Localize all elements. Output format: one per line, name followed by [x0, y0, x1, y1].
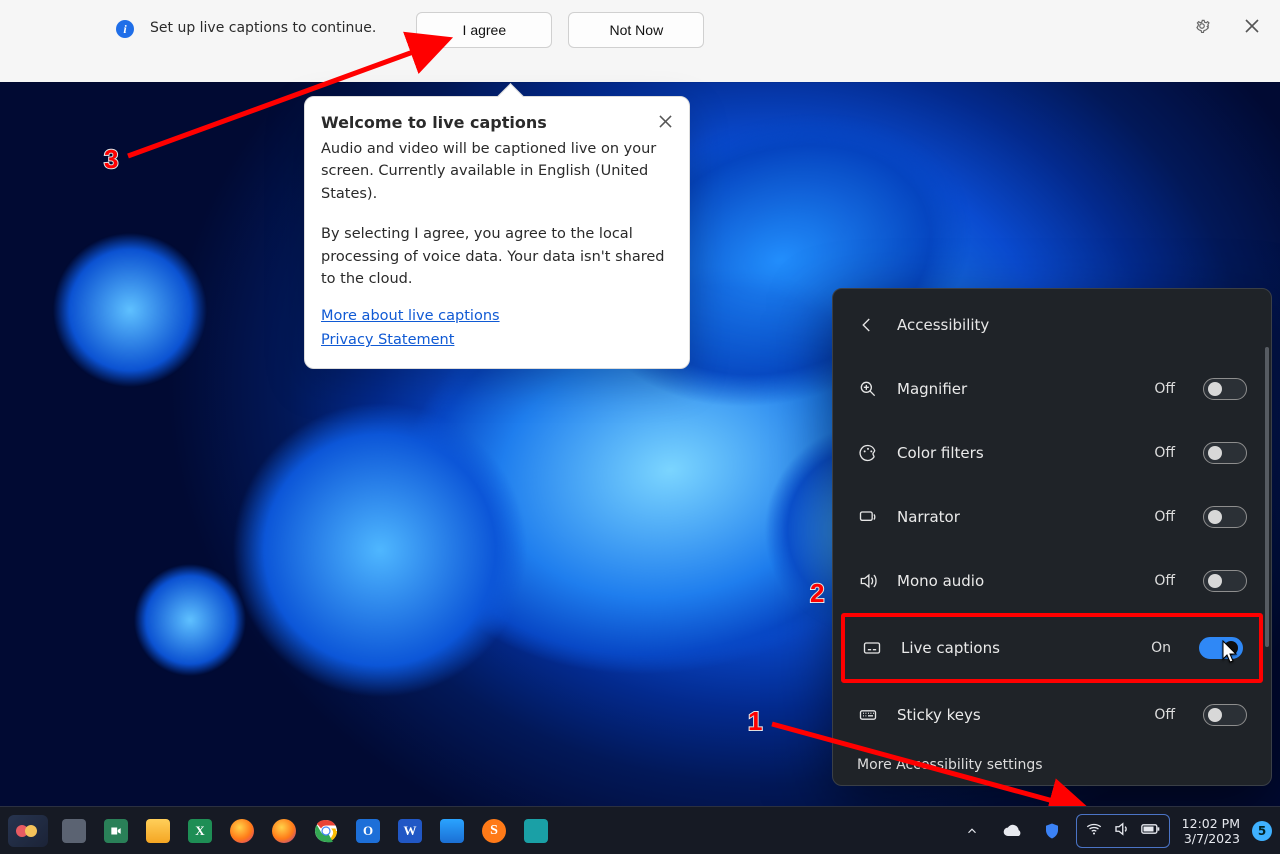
- app-icon[interactable]: [520, 815, 552, 847]
- chrome-icon[interactable]: [310, 815, 342, 847]
- mail-icon[interactable]: [436, 815, 468, 847]
- row-color-filters[interactable]: Color filters Off: [833, 421, 1271, 485]
- task-view-icon[interactable]: [58, 815, 90, 847]
- firefox-alt-icon[interactable]: [268, 815, 300, 847]
- onedrive-icon[interactable]: [996, 815, 1028, 847]
- tray-overflow-icon[interactable]: [956, 815, 988, 847]
- row-mono-audio[interactable]: Mono audio Off: [833, 549, 1271, 613]
- info-icon: i: [116, 20, 134, 38]
- keyboard-icon: [857, 705, 879, 725]
- outlook-icon[interactable]: O: [352, 815, 384, 847]
- popover-title: Welcome to live captions: [321, 111, 673, 136]
- popover-body: By selecting I agree, you agree to the l…: [321, 223, 673, 290]
- popover-body: Audio and video will be captioned live o…: [321, 138, 673, 205]
- popover-close-icon[interactable]: [651, 107, 679, 135]
- notification-badge[interactable]: 5: [1252, 821, 1272, 841]
- annotation-number-1: 1: [748, 706, 774, 736]
- row-label: Live captions: [901, 639, 1133, 657]
- annotation-number-3: 3: [104, 144, 130, 174]
- widgets-icon[interactable]: [8, 815, 48, 847]
- narrator-icon: [857, 507, 879, 527]
- row-label: Color filters: [897, 444, 1136, 462]
- not-now-button[interactable]: Not Now: [568, 12, 704, 48]
- row-live-captions[interactable]: Live captions On: [841, 613, 1263, 683]
- speaker-icon: [857, 571, 879, 591]
- battery-icon: [1141, 821, 1161, 840]
- more-about-link[interactable]: More about live captions: [321, 305, 673, 327]
- snagit-icon[interactable]: S: [478, 815, 510, 847]
- consent-message: Set up live captions to continue.: [150, 20, 376, 36]
- row-narrator[interactable]: Narrator Off: [833, 485, 1271, 549]
- toggle-color-filters[interactable]: [1203, 442, 1247, 464]
- flyout-title: Accessibility: [897, 316, 989, 334]
- row-label: Sticky keys: [897, 706, 1136, 724]
- annotation-number-2: 2: [810, 578, 836, 608]
- row-state: Off: [1154, 707, 1175, 723]
- clock[interactable]: 12:02 PM 3/7/2023: [1178, 814, 1244, 848]
- wallpaper-blob: [20, 200, 240, 420]
- windows-security-icon[interactable]: [1036, 815, 1068, 847]
- toggle-live-captions[interactable]: [1199, 637, 1243, 659]
- row-label: Narrator: [897, 508, 1136, 526]
- excel-icon[interactable]: X: [184, 815, 216, 847]
- file-explorer-icon[interactable]: [142, 815, 174, 847]
- row-state: Off: [1154, 445, 1175, 461]
- live-captions-consent-bar: i Set up live captions to continue. I ag…: [0, 0, 1280, 82]
- agree-button[interactable]: I agree: [416, 12, 552, 48]
- row-label: Magnifier: [897, 380, 1136, 398]
- row-state: Off: [1154, 509, 1175, 525]
- volume-icon: [1113, 820, 1131, 842]
- accessibility-flyout: Accessibility Magnifier Off Color filter…: [832, 288, 1272, 786]
- network-sound-battery-tray[interactable]: [1076, 814, 1170, 848]
- privacy-statement-link[interactable]: Privacy Statement: [321, 329, 673, 351]
- word-icon[interactable]: W: [394, 815, 426, 847]
- close-icon[interactable]: [1238, 12, 1266, 40]
- google-meet-icon[interactable]: [100, 815, 132, 847]
- taskbar: X O W S: [0, 806, 1280, 854]
- more-accessibility-settings-link[interactable]: More Accessibility settings: [857, 757, 1043, 773]
- wifi-icon: [1085, 820, 1103, 842]
- welcome-popover: Welcome to live captions Audio and video…: [304, 96, 690, 369]
- time-text: 12:02 PM: [1182, 816, 1240, 831]
- captions-icon: [861, 638, 883, 658]
- row-sticky-keys[interactable]: Sticky keys Off: [833, 683, 1271, 747]
- toggle-mono-audio[interactable]: [1203, 570, 1247, 592]
- toggle-narrator[interactable]: [1203, 506, 1247, 528]
- wallpaper-blob: [110, 540, 270, 700]
- row-state: On: [1151, 640, 1171, 656]
- row-label: Mono audio: [897, 572, 1136, 590]
- back-icon[interactable]: [855, 313, 879, 337]
- scrollbar[interactable]: [1265, 347, 1269, 647]
- toggle-sticky-keys[interactable]: [1203, 704, 1247, 726]
- magnifier-icon: [857, 379, 879, 399]
- firefox-icon[interactable]: [226, 815, 258, 847]
- date-text: 3/7/2023: [1182, 831, 1240, 846]
- toggle-magnifier[interactable]: [1203, 378, 1247, 400]
- palette-icon: [857, 443, 879, 463]
- row-state: Off: [1154, 381, 1175, 397]
- row-state: Off: [1154, 573, 1175, 589]
- settings-icon[interactable]: [1188, 12, 1216, 40]
- row-magnifier[interactable]: Magnifier Off: [833, 357, 1271, 421]
